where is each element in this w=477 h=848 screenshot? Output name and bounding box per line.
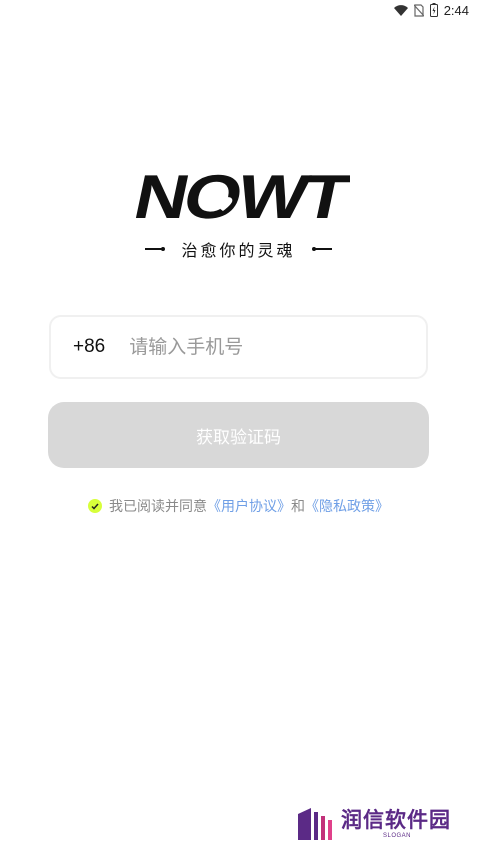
status-icons: 2:44 bbox=[393, 2, 469, 18]
check-icon bbox=[91, 503, 99, 510]
watermark-logo: 润信软件园 SLOGAN bbox=[297, 804, 467, 842]
no-sim-icon bbox=[413, 3, 424, 17]
app-logo: NOWT bbox=[128, 166, 350, 226]
phone-input-box[interactable]: +86 bbox=[49, 315, 428, 379]
slogan-text: 治愈你的灵魂 bbox=[181, 241, 296, 260]
logo-text: NOWT bbox=[128, 166, 350, 226]
agreement-and: 和 bbox=[291, 499, 305, 515]
status-bar: 2:44 bbox=[0, 0, 477, 22]
user-agreement-link[interactable]: 《用户协议》 bbox=[207, 496, 291, 516]
battery-icon bbox=[429, 3, 438, 17]
wifi-icon bbox=[393, 4, 408, 16]
slogan-dash-left bbox=[145, 247, 166, 251]
watermark-icon bbox=[298, 808, 332, 840]
get-code-button[interactable]: 获取验证码 bbox=[48, 402, 429, 468]
agreement-row: 我已阅读并同意 《用户协议》 和 《隐私政策》 bbox=[0, 496, 477, 516]
watermark-text: 润信软件园 bbox=[341, 808, 451, 832]
country-code[interactable]: +86 bbox=[73, 336, 105, 358]
privacy-policy-link[interactable]: 《隐私政策》 bbox=[305, 496, 389, 516]
agree-checkbox[interactable] bbox=[88, 499, 102, 513]
phone-input[interactable] bbox=[129, 336, 390, 358]
status-time: 2:44 bbox=[443, 2, 469, 18]
watermark-subtext: SLOGAN bbox=[383, 833, 412, 839]
agreement-prefix: 我已阅读并同意 bbox=[109, 499, 207, 515]
slogan-row: 治愈你的灵魂 bbox=[0, 238, 477, 260]
slogan-dash-right bbox=[311, 247, 332, 251]
